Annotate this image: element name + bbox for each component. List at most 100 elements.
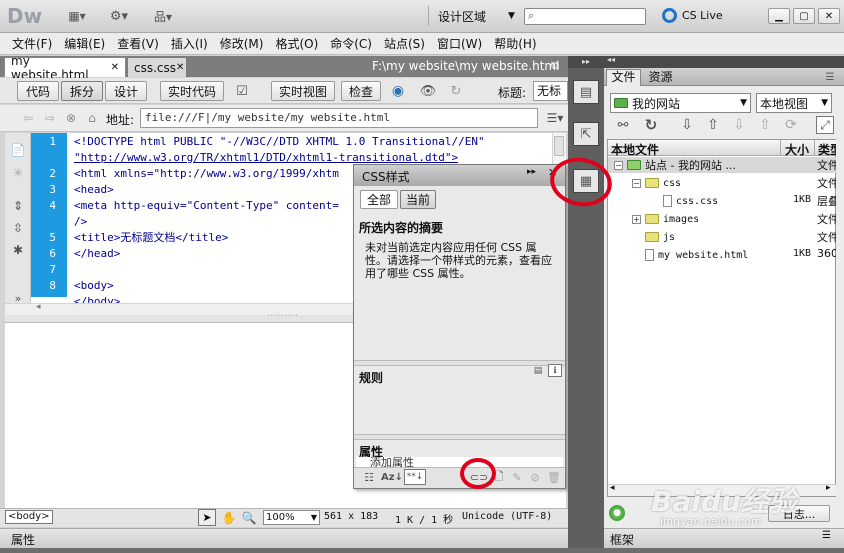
options-icon[interactable]: ☰▾ <box>545 109 565 127</box>
live-view-button[interactable]: 实时视图 <box>271 81 335 101</box>
file-row[interactable]: css.css <box>650 193 718 209</box>
menu-item[interactable]: 命令(C) <box>330 35 372 52</box>
category-view-icon[interactable]: ☷ <box>360 470 378 485</box>
insert-panel-icon[interactable]: ▤ <box>573 80 599 104</box>
set-props-icon[interactable]: **↓ <box>404 469 426 485</box>
menu-item[interactable]: 插入(I) <box>171 35 208 52</box>
zoom-select[interactable]: 100% ▼ <box>263 510 320 525</box>
expand-icon[interactable]: ⇕ <box>10 198 26 214</box>
css-tab-all[interactable]: 全部 <box>360 190 398 209</box>
tab-my-website[interactable]: my website.html ✕ <box>4 54 126 82</box>
tab-css[interactable]: css.css ✕ <box>128 58 186 77</box>
code-line[interactable]: <html xmlns="http://www.w3.org/1999/xhtm <box>74 166 339 182</box>
menu-item[interactable]: 编辑(E) <box>64 35 105 52</box>
sync-icon[interactable]: ⟳ <box>782 116 800 134</box>
code-line[interactable]: </head> <box>74 246 120 262</box>
file-row[interactable]: + images <box>632 211 699 227</box>
col-type[interactable]: 类型 <box>818 141 836 158</box>
col-size[interactable]: 大小 <box>785 141 809 158</box>
code-view-button[interactable]: 代码 <box>17 81 59 101</box>
collapse-icon[interactable]: − <box>614 160 623 170</box>
view-select[interactable]: 本地视图 ▼ <box>756 93 832 113</box>
hand-tool-icon[interactable]: ✋ <box>220 509 238 526</box>
select-tool-icon[interactable]: ➤ <box>198 509 216 526</box>
tag-selector[interactable]: <body> <box>5 510 53 524</box>
maximize-button[interactable]: ▢ <box>793 8 815 24</box>
minimize-button[interactable]: ▁ <box>768 8 790 24</box>
layout-icon[interactable]: ▦▾ <box>62 8 92 24</box>
workspace-switcher[interactable]: 设计区域 ▼ <box>438 7 515 25</box>
expand-icon[interactable]: + <box>632 214 641 224</box>
cslive-button[interactable]: CS Live <box>662 8 723 23</box>
css-panel-title[interactable]: CSS样式 <box>362 168 410 185</box>
file-row[interactable]: js <box>632 229 675 245</box>
menu-item[interactable]: 文件(F) <box>12 35 52 52</box>
css-panel-divider[interactable] <box>354 434 565 440</box>
check-page-icon[interactable]: ☑ <box>230 81 254 101</box>
stop-icon[interactable]: ⊗ <box>63 110 79 126</box>
collapse-panel-icon[interactable]: ▸▸ <box>527 167 536 177</box>
frames-bar[interactable]: 框架 ☰ <box>604 528 844 548</box>
col-local-files[interactable]: 本地文件 <box>611 141 659 158</box>
scroll-arrow-up[interactable] <box>554 136 564 156</box>
code-line[interactable]: <!DOCTYPE html PUBLIC "-//W3C//DTD XHTML… <box>74 134 485 150</box>
open-documents-icon[interactable]: 📄 <box>10 142 26 158</box>
scroll-right-icon[interactable]: ▸ <box>826 483 831 493</box>
checkin-icon[interactable]: ⇧ <box>756 116 774 134</box>
code-line[interactable]: <body> <box>74 278 114 294</box>
split-view-button[interactable]: 拆分 <box>61 81 103 101</box>
code-line[interactable]: <head> <box>74 182 114 198</box>
menu-item[interactable]: 格式(O) <box>275 35 318 52</box>
panel-menu-icon[interactable]: ☰ <box>822 530 831 541</box>
visual-aids-icon[interactable]: 👁 <box>416 81 440 101</box>
close-icon[interactable]: ✕ <box>176 62 184 73</box>
close-button[interactable]: ✕ <box>818 8 840 24</box>
window-size[interactable]: 561 x 183 <box>324 511 378 522</box>
expand-panel-icon[interactable]: ⤢ <box>816 116 834 134</box>
code-line[interactable]: /> <box>74 214 87 230</box>
put-files-icon[interactable]: ⇧ <box>704 116 722 134</box>
file-row[interactable]: − 站点 - 我的网站 ... <box>614 157 736 173</box>
scroll-left-icon[interactable]: ◂ <box>36 302 41 312</box>
collapse-icon[interactable]: ◂◂ <box>607 55 615 64</box>
expand-all-icon[interactable]: ✱ <box>10 242 26 258</box>
code-line[interactable]: <title>无标题文档</title> <box>74 230 228 246</box>
refresh-icon[interactable]: ↻ <box>446 81 466 101</box>
forward-icon[interactable]: ⇨ <box>42 110 58 126</box>
title-input[interactable]: 无标题 <box>533 81 568 101</box>
collapse-icon[interactable]: ✳ <box>10 165 26 181</box>
props-list[interactable]: 添加属性 <box>356 457 563 467</box>
properties-bar[interactable]: 属性 <box>0 528 568 548</box>
design-view-button[interactable]: 设计 <box>105 81 147 101</box>
delete-icon[interactable]: 🗑 <box>547 470 561 485</box>
alpha-view-icon[interactable]: Az↓ <box>381 470 403 485</box>
site-select[interactable]: 我的网站 ▼ <box>610 93 751 113</box>
menu-item[interactable]: 站点(S) <box>384 35 425 52</box>
add-property-link[interactable]: 添加属性 <box>370 457 414 467</box>
scroll-left-icon[interactable]: ◂ <box>610 483 615 493</box>
collapse-icon[interactable]: − <box>632 178 641 188</box>
inspect-button[interactable]: 检查 <box>341 81 381 101</box>
menu-item[interactable]: 窗口(W) <box>437 35 482 52</box>
file-row[interactable]: my website.html <box>632 247 748 263</box>
code-line[interactable]: <meta http-equiv="Content-Type" content= <box>74 198 339 214</box>
address-input[interactable]: file:///F|/my website/my website.html <box>140 108 538 128</box>
css-tab-current[interactable]: 当前 <box>400 190 436 209</box>
select-parent-icon[interactable]: ⇳ <box>10 220 26 236</box>
edit-rule-icon[interactable]: ✎ <box>510 470 524 485</box>
home-icon[interactable]: ⌂ <box>84 110 100 126</box>
refresh-icon[interactable]: ↻ <box>642 116 660 134</box>
live-code-button[interactable]: 实时代码 <box>160 81 224 101</box>
back-icon[interactable]: ⇦ <box>20 110 36 126</box>
browser-preview-icon[interactable]: ◉ <box>387 81 409 101</box>
files-list[interactable] <box>607 139 836 497</box>
zoom-tool-icon[interactable]: 🔍 <box>240 509 258 526</box>
tab-assets[interactable]: 资源 <box>643 70 678 86</box>
panel-menu-icon[interactable]: ☰ <box>820 70 840 84</box>
about-icon[interactable]: ℹ <box>548 364 562 377</box>
tab-files[interactable]: 文件 <box>606 69 641 86</box>
menu-item[interactable]: 查看(V) <box>117 35 159 52</box>
checkout-icon[interactable]: ⇩ <box>730 116 748 134</box>
search-input[interactable]: ⌕ <box>524 8 646 25</box>
file-row[interactable]: − css <box>632 175 681 191</box>
